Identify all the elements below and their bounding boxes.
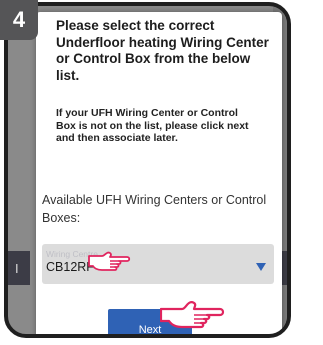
select-wiring-center-dialog: Please select the correct Underfloor hea… bbox=[36, 12, 282, 334]
dropdown-arrow-icon[interactable] bbox=[256, 263, 266, 271]
pointing-hand-icon bbox=[88, 251, 131, 271]
phone-frame: I Please select the correct Underfloor h… bbox=[4, 2, 291, 338]
dialog-note: If your UFH Wiring Center or Control Box… bbox=[56, 107, 249, 145]
background-partial-text: I bbox=[15, 261, 19, 276]
background-bar-left bbox=[8, 251, 30, 285]
step-number-badge: 4 bbox=[0, 0, 38, 40]
pointing-hand-icon bbox=[160, 301, 225, 329]
wiring-centre-select[interactable]: Wiring Centre CB12RF bbox=[42, 244, 274, 284]
dialog-title: Please select the correct Underfloor hea… bbox=[56, 18, 269, 83]
select-value: CB12RF bbox=[46, 260, 94, 274]
available-devices-label: Available UFH Wiring Centers or Control … bbox=[42, 193, 267, 225]
